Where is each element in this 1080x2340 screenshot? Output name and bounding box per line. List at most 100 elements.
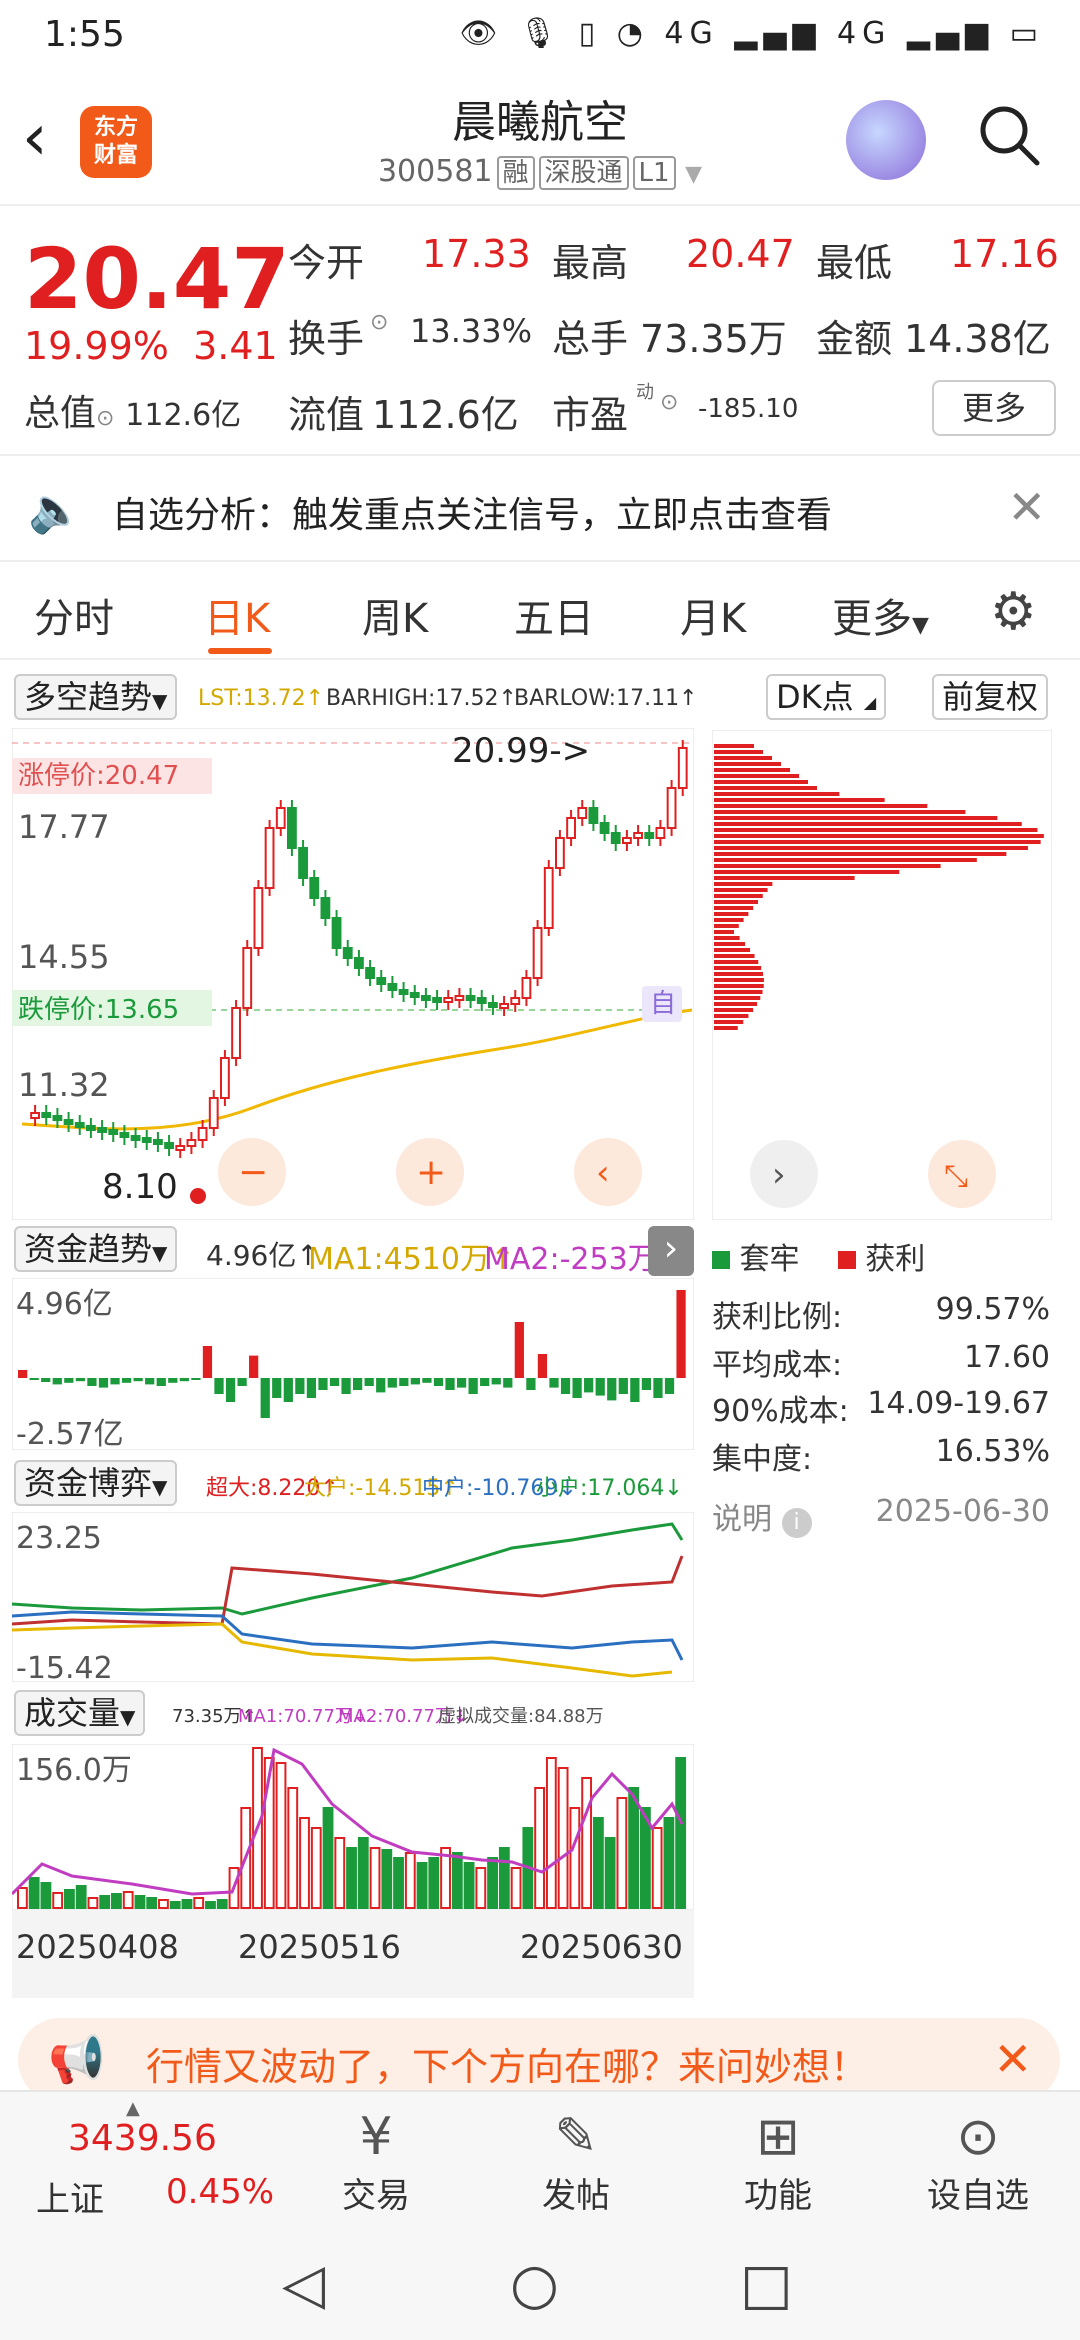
nav-post[interactable]: ✎ 发帖 bbox=[506, 2106, 646, 2217]
indicator-select[interactable]: 多空趋势▼ bbox=[14, 674, 178, 720]
fund-bar bbox=[491, 1378, 501, 1385]
index-value[interactable]: 3439.56 bbox=[68, 2118, 217, 2159]
volume-bar bbox=[428, 1857, 440, 1909]
fund-bar bbox=[272, 1378, 282, 1398]
recents-square-icon[interactable]: □ bbox=[740, 2252, 793, 2317]
bottom-nav: ▲ 3439.56 上证 0.45% ¥ 交易 ✎ 发帖 ⊞ 功能 ⊙ 设自选 bbox=[0, 2090, 1080, 2226]
candle-body bbox=[376, 977, 387, 985]
candle-body bbox=[242, 947, 253, 1009]
fund-trend-value: 4.96亿↑ bbox=[206, 1239, 320, 1272]
svg-text:⤡: ⤡ bbox=[944, 1159, 968, 1194]
chip-bar bbox=[714, 1008, 754, 1012]
yen-icon: ¥ bbox=[359, 2107, 393, 2167]
candle-body bbox=[63, 1119, 74, 1125]
chip-bar bbox=[714, 936, 740, 940]
candle-body bbox=[622, 837, 632, 844]
chip-bar bbox=[714, 804, 928, 808]
stat-label: 获利比例: bbox=[712, 1300, 843, 1335]
fund-game-select-label: 资金博弈 bbox=[24, 1464, 153, 1502]
last-price: 20.47 bbox=[24, 230, 290, 328]
nav-trade[interactable]: ¥ 交易 bbox=[306, 2106, 446, 2217]
date-label-2: 20250516 bbox=[238, 1928, 401, 1966]
fund-bar bbox=[456, 1378, 467, 1388]
stat-label: 集中度: bbox=[712, 1442, 813, 1477]
chip-bar bbox=[714, 990, 763, 994]
search-icon[interactable] bbox=[976, 102, 1042, 168]
volume-bar bbox=[122, 1891, 134, 1909]
dk-point-button[interactable]: DK点 ◢ bbox=[766, 674, 887, 720]
note-link[interactable]: 说明 i bbox=[712, 1494, 812, 1538]
fund-bar bbox=[295, 1378, 305, 1394]
info-icon[interactable]: ⊙ bbox=[370, 310, 388, 335]
low-marker: 8.10 bbox=[102, 1167, 178, 1207]
legend-profit-swatch bbox=[837, 1251, 856, 1269]
fund-trend-y-bottom: -2.57亿 bbox=[16, 1417, 124, 1450]
fund-game-small: 小户:17.064↓ bbox=[536, 1476, 683, 1501]
tab-monthly-k[interactable]: 月K bbox=[680, 586, 746, 644]
info-icon[interactable]: ⊙ bbox=[96, 406, 114, 431]
fund-bar bbox=[306, 1378, 317, 1398]
expand-up-icon[interactable]: ▲ bbox=[126, 2098, 140, 2119]
chart-prev-button[interactable]: ‹ bbox=[574, 1138, 642, 1206]
chip-bar bbox=[714, 948, 751, 952]
change-amount: 3.41 bbox=[193, 324, 278, 368]
chip-bar bbox=[714, 774, 799, 778]
promo-text[interactable]: 行情又波动了，下个方向在哪？来问妙想！ bbox=[146, 2036, 868, 2091]
chart-zoom-out-button[interactable]: − bbox=[218, 1138, 286, 1206]
chip-bar bbox=[714, 876, 855, 880]
tab-daily-k[interactable]: 日K bbox=[204, 586, 270, 644]
chip-bar bbox=[714, 1020, 744, 1024]
close-icon[interactable]: ✕ bbox=[993, 2032, 1032, 2086]
speaker-icon: 🔈 bbox=[28, 485, 83, 536]
expand-icon[interactable]: ⤡ bbox=[928, 1140, 996, 1208]
chip-bar bbox=[714, 822, 1022, 826]
candle-body bbox=[164, 1142, 174, 1149]
dropdown-icon: ▼ bbox=[152, 1475, 168, 1499]
volume-select[interactable]: 成交量▼ bbox=[14, 1690, 146, 1736]
candle-body bbox=[555, 837, 565, 869]
nav-function[interactable]: ⊞ 功能 bbox=[708, 2106, 848, 2217]
home-circle-icon[interactable]: ○ bbox=[510, 2252, 559, 2317]
fund-bar bbox=[584, 1378, 594, 1393]
banner-text[interactable]: 自选分析：触发重点关注信号，立即点击查看 bbox=[112, 486, 832, 538]
back-triangle-icon[interactable]: ◁ bbox=[282, 2252, 325, 2317]
tab-weekly-k[interactable]: 周K bbox=[362, 586, 428, 644]
chart-zoom-in-button[interactable]: + bbox=[396, 1138, 464, 1206]
candle-body bbox=[566, 817, 576, 839]
tab-more[interactable]: 更多▼ bbox=[832, 586, 929, 644]
volume-bar bbox=[169, 1901, 181, 1909]
dk-point-label: DK点 bbox=[776, 678, 854, 716]
kline-chart[interactable]: 涨停价:20.47 跌停价:13.65 17.77 14.55 11.32 20… bbox=[12, 728, 694, 1220]
fund-bar bbox=[549, 1378, 559, 1388]
volume-bar bbox=[52, 1892, 64, 1909]
volume-label: 总手 bbox=[552, 317, 629, 361]
nav-function-label: 功能 bbox=[744, 2176, 812, 2216]
fund-trend-select[interactable]: 资金趋势▼ bbox=[14, 1226, 178, 1272]
stat-value: 99.57% bbox=[935, 1292, 1050, 1327]
volume-bar bbox=[675, 1757, 687, 1909]
info-icon[interactable]: ⊙ bbox=[660, 390, 678, 415]
more-button[interactable]: 更多 bbox=[932, 380, 1056, 436]
y-label-1: 17.77 bbox=[18, 808, 110, 846]
close-icon[interactable]: ✕ bbox=[1007, 480, 1046, 534]
tag-connect: 深股通 bbox=[538, 156, 629, 190]
fund-game-select[interactable]: 资金博弈▼ bbox=[14, 1460, 178, 1506]
tab-intraday[interactable]: 分时 bbox=[34, 586, 114, 644]
chip-bar bbox=[714, 912, 749, 916]
expand-right-icon[interactable]: › bbox=[648, 1226, 694, 1276]
adjust-button[interactable]: 前复权 bbox=[932, 674, 1049, 720]
assistant-avatar-icon[interactable] bbox=[846, 100, 926, 180]
settings-gear-icon[interactable]: ⚙ bbox=[990, 582, 1037, 642]
nav-add-watchlist[interactable]: ⊙ 设自选 bbox=[908, 2106, 1048, 2217]
volume-bar bbox=[299, 1817, 310, 1909]
chip-next-button[interactable]: › bbox=[750, 1140, 818, 1208]
legend-trap-swatch bbox=[712, 1251, 730, 1269]
fund-trend-chart: 4.96亿 -2.57亿 bbox=[12, 1278, 694, 1450]
tab-five-day[interactable]: 五日 bbox=[514, 586, 594, 644]
volume-y-top: 156.0万 bbox=[16, 1753, 132, 1788]
svg-text:›: › bbox=[772, 1155, 786, 1195]
candle-body bbox=[97, 1127, 107, 1133]
candle-body bbox=[275, 807, 286, 829]
pe-label: 市盈 bbox=[552, 393, 629, 437]
analysis-banner[interactable]: 🔈 自选分析：触发重点关注信号，立即点击查看 ✕ bbox=[0, 458, 1080, 562]
